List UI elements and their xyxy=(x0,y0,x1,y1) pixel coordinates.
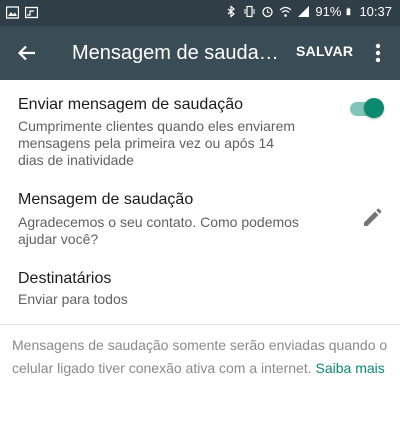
bluetooth-icon xyxy=(228,5,236,18)
greeting-message-preview: Agradecemos o seu contato. Como podemos … xyxy=(18,214,299,247)
more-vert-icon xyxy=(375,43,381,63)
app-bar: Mensagem de saudaç… SALVAR xyxy=(0,26,400,80)
learn-more-link[interactable]: Saiba mais xyxy=(316,360,385,376)
recipients-setting[interactable]: Destinatários Enviar para todos xyxy=(0,258,400,316)
cast-icon xyxy=(25,6,38,19)
status-bar: 91% 10:37 xyxy=(0,0,400,26)
send-greeting-toggle[interactable] xyxy=(350,98,384,120)
battery-percent: 91% xyxy=(315,4,342,19)
edit-greeting-button[interactable] xyxy=(360,206,384,230)
clock: 10:37 xyxy=(359,4,392,19)
alarm-icon xyxy=(262,6,274,18)
page-title: Mensagem de saudaç… xyxy=(72,42,282,64)
save-button[interactable]: SALVAR xyxy=(296,43,353,59)
divider xyxy=(0,324,400,325)
toggle-thumb xyxy=(364,98,384,118)
recipients-title: Destinatários xyxy=(18,270,112,287)
arrow-back-icon xyxy=(17,45,35,61)
image-icon xyxy=(6,6,19,19)
pencil-icon xyxy=(364,208,382,226)
footer-note: Mensagens de saudação somente serão envi… xyxy=(12,337,388,376)
send-greeting-setting[interactable]: Enviar mensagem de saudação Cumprimente … xyxy=(0,80,400,172)
back-button[interactable] xyxy=(10,36,44,70)
more-options-button[interactable] xyxy=(364,38,392,68)
vibrate-icon xyxy=(244,5,255,18)
recipients-value: Enviar para todos xyxy=(18,291,128,307)
wifi-icon xyxy=(280,6,292,17)
greeting-message-title: Mensagem de saudação xyxy=(18,191,194,208)
signal-icon xyxy=(298,6,310,17)
send-greeting-title: Enviar mensagem de saudação xyxy=(18,96,244,113)
send-greeting-subtitle: Cumprimente clientes quando eles enviare… xyxy=(18,118,296,168)
greeting-message-setting[interactable]: Mensagem de saudação Agradecemos o seu c… xyxy=(0,182,400,250)
battery-icon xyxy=(347,7,351,16)
